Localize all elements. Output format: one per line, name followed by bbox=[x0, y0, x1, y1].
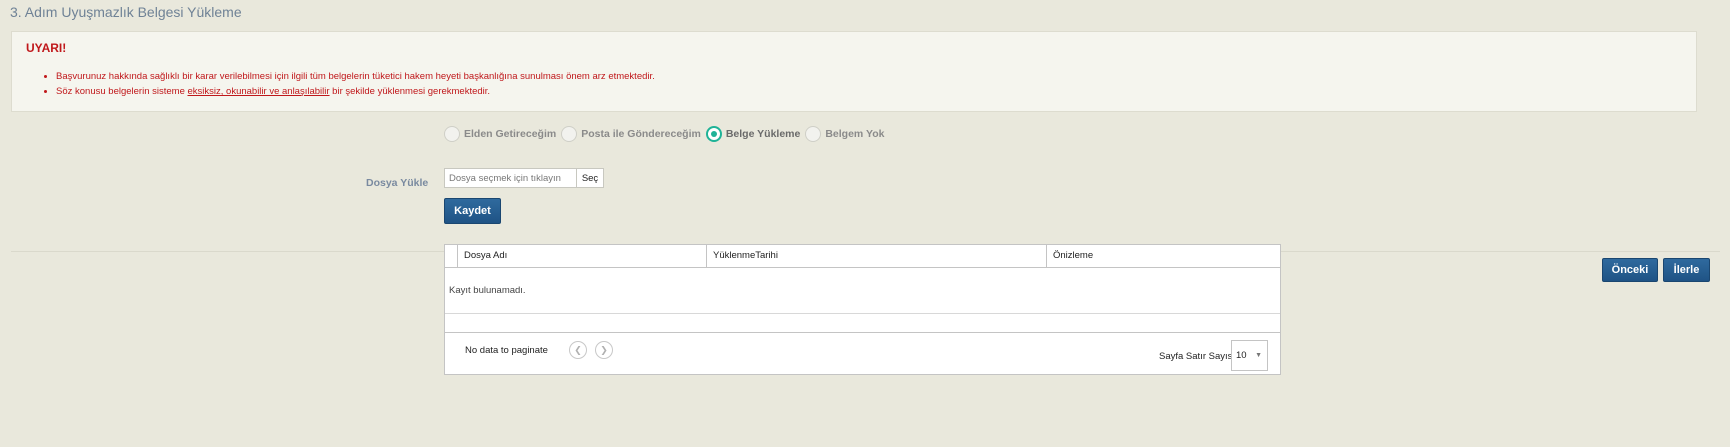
radio-circle-icon[interactable] bbox=[444, 126, 460, 142]
warning-list: Başvurunuz hakkında sağlıklı bir karar v… bbox=[56, 69, 655, 99]
save-button[interactable]: Kaydet bbox=[444, 198, 501, 224]
radio-posta-ile-gonderecegim[interactable]: Posta ile Göndereceğim bbox=[561, 126, 701, 142]
rows-per-page-value[interactable]: 10 bbox=[1236, 350, 1247, 361]
warning-item: Söz konusu belgelerin sisteme eksiksiz, … bbox=[56, 84, 655, 99]
next-button[interactable]: İlerle bbox=[1663, 258, 1710, 282]
radio-label[interactable]: Posta ile Göndereceğim bbox=[581, 128, 701, 140]
column-header-preview[interactable]: Önizleme bbox=[1047, 245, 1280, 267]
chevron-right-icon[interactable]: ❯ bbox=[595, 341, 613, 359]
caret-down-icon[interactable]: ▼ bbox=[1255, 341, 1262, 370]
grid-footer-divider bbox=[445, 332, 1280, 333]
files-grid: Dosya Adı YüklenmeTarihi Önizleme Kayıt … bbox=[444, 244, 1281, 375]
column-header-upload-date[interactable]: YüklenmeTarihi bbox=[707, 245, 1047, 267]
warning-title: UYARI! bbox=[26, 41, 67, 55]
page-title: 3. Adım Uyuşmazlık Belgesi Yükleme bbox=[10, 4, 242, 20]
radio-label[interactable]: Belgem Yok bbox=[825, 128, 884, 140]
radio-elden-getirecegim[interactable]: Elden Getireceğim bbox=[444, 126, 556, 142]
radio-belge-yukleme[interactable]: Belge Yükleme bbox=[705, 126, 801, 142]
grid-header-checkbox[interactable] bbox=[445, 245, 458, 267]
paginator-text: No data to paginate bbox=[465, 345, 548, 356]
radio-label[interactable]: Belge Yükleme bbox=[726, 128, 801, 140]
chevron-left-icon[interactable]: ❮ bbox=[569, 341, 587, 359]
delivery-options: Elden Getireceğim Posta ile Göndereceğim… bbox=[444, 126, 889, 142]
previous-button[interactable]: Önceki bbox=[1602, 258, 1658, 282]
radio-circle-icon[interactable] bbox=[805, 126, 822, 142]
column-header-file-name[interactable]: Dosya Adı bbox=[458, 245, 707, 267]
grid-row-divider bbox=[445, 313, 1280, 314]
empty-message: Kayıt bulunamadı. bbox=[449, 285, 526, 296]
rows-per-page-select[interactable]: 10 ▼ bbox=[1231, 340, 1268, 371]
radio-label[interactable]: Elden Getireceğim bbox=[464, 128, 556, 140]
radio-belgem-yok[interactable]: Belgem Yok bbox=[805, 126, 884, 142]
radio-checked-icon[interactable] bbox=[705, 126, 722, 142]
grid-header: Dosya Adı YüklenmeTarihi Önizleme bbox=[445, 245, 1280, 268]
choose-file-button[interactable]: Seç bbox=[576, 168, 604, 188]
upload-label: Dosya Yükle bbox=[366, 177, 429, 189]
radio-circle-icon[interactable] bbox=[561, 126, 578, 142]
rows-per-page-label: Sayfa Satır Sayısı bbox=[1159, 351, 1236, 362]
warning-item: Başvurunuz hakkında sağlıklı bir karar v… bbox=[56, 69, 655, 84]
warning-emphasis: eksiksiz, okunabilir ve anlaşılabilir bbox=[187, 86, 330, 97]
file-input[interactable] bbox=[444, 168, 577, 188]
warning-box: UYARI! Başvurunuz hakkında sağlıklı bir … bbox=[11, 31, 1697, 112]
